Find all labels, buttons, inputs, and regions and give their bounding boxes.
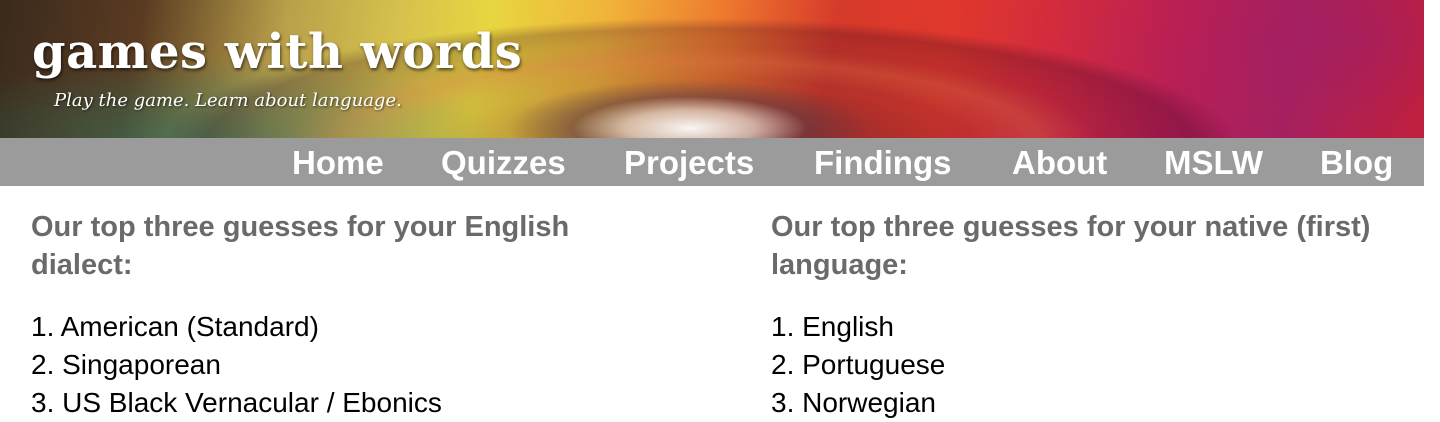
nav-findings[interactable]: Findings [814,138,951,186]
nav-mslw[interactable]: MSLW [1164,138,1263,186]
dialect-guess-3: 3. US Black Vernacular / Ebonics [31,387,442,418]
site-title[interactable]: games with words [32,28,522,76]
nav-about[interactable]: About [1012,138,1107,186]
nav-home[interactable]: Home [292,138,384,186]
native-language-guess-list: 1. English 2. Portuguese 3. Norwegian [771,308,945,422]
dialect-heading: Our top three guesses for your English d… [31,211,570,281]
site-tagline: Play the game. Learn about language. [54,90,402,111]
nav-quizzes[interactable]: Quizzes [441,138,566,186]
native-language-results: Our top three guesses for your native (f… [771,208,1440,418]
nav-blog[interactable]: Blog [1320,138,1393,186]
native-language-heading: Our top three guesses for your native (f… [771,211,1371,281]
dialect-guess-list: 1. American (Standard) 2. Singaporean 3.… [31,308,442,422]
native-language-guess-1: 1. English [771,311,894,342]
nav-projects[interactable]: Projects [624,138,754,186]
native-language-guess-2: 2. Portuguese [771,349,946,380]
native-language-guess-3: 3. Norwegian [771,387,936,418]
site-banner[interactable]: games with words Play the game. Learn ab… [0,0,1424,138]
main-nav: Home Quizzes Projects Findings About MSL… [0,138,1424,186]
dialect-guess-2: 2. Singaporean [31,349,221,380]
dialect-guess-1: 1. American (Standard) [31,311,319,342]
dialect-results: Our top three guesses for your English d… [31,208,671,418]
